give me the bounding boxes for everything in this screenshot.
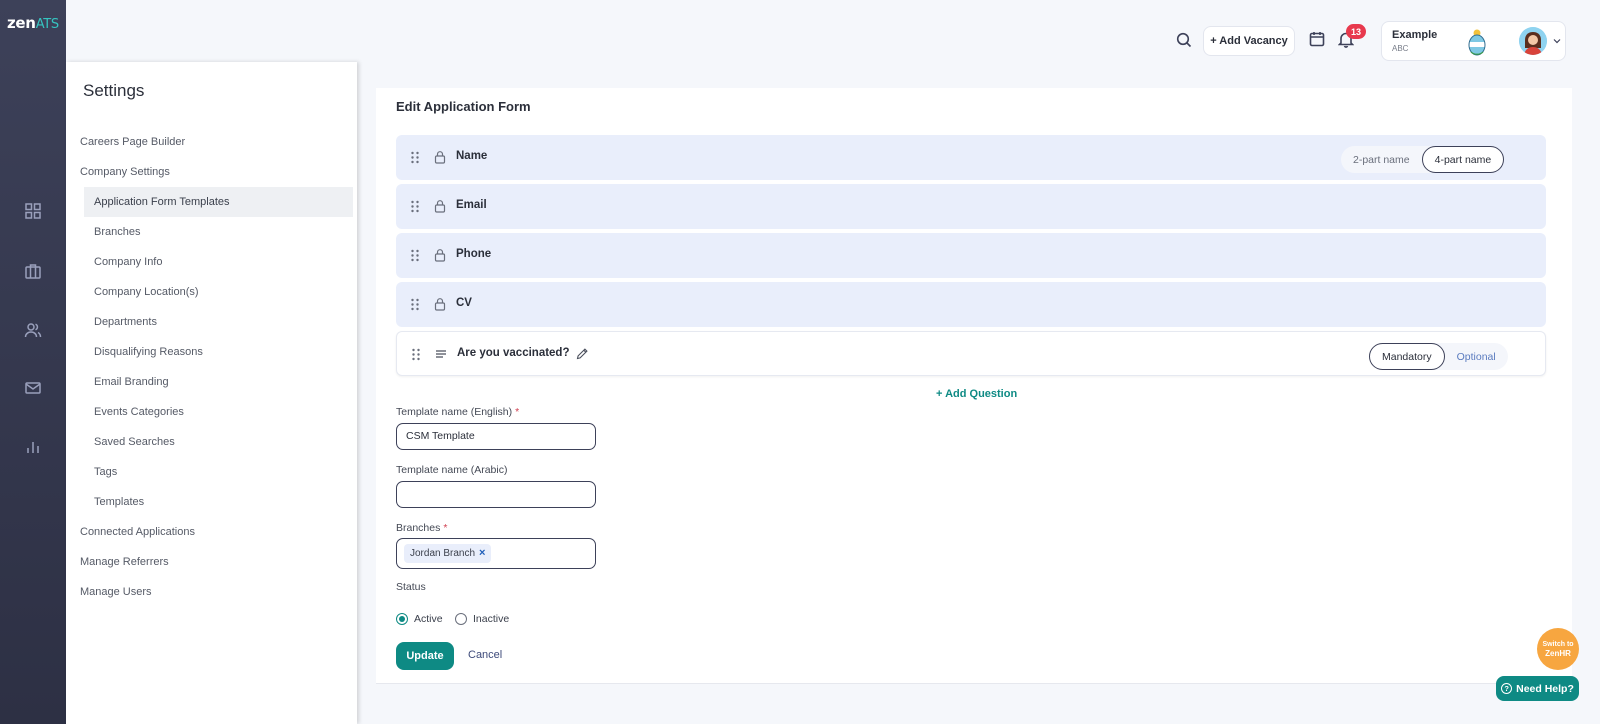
- field-label: CV: [456, 297, 472, 309]
- logo-main: zen: [7, 14, 36, 32]
- add-question-link[interactable]: + Add Question: [936, 388, 1017, 400]
- drag-handle-icon[interactable]: [411, 348, 421, 361]
- radio-unselected-icon: [455, 613, 467, 625]
- mandatory-option[interactable]: Mandatory: [1369, 343, 1445, 370]
- requirement-toggle: Mandatory Optional: [1369, 343, 1508, 370]
- template-ar-input[interactable]: [396, 481, 596, 508]
- branches-select[interactable]: Jordan Branch ×: [396, 538, 596, 569]
- logo-accent: ATS: [35, 17, 59, 32]
- nav-departments[interactable]: Departments: [84, 307, 353, 337]
- drag-handle-icon[interactable]: [410, 200, 420, 213]
- template-en-input[interactable]: CSM Template: [396, 423, 596, 450]
- field-label: Name: [456, 150, 488, 162]
- nav-company-info[interactable]: Company Info: [84, 247, 353, 277]
- drag-handle-icon[interactable]: [410, 249, 420, 262]
- radio-selected-icon: [396, 613, 408, 625]
- settings-panel: Settings Careers Page Builder Company Se…: [66, 62, 357, 724]
- page-title: Edit Application Form: [396, 99, 531, 114]
- status-active-label: Active: [414, 613, 443, 625]
- field-row-phone: Phone: [396, 233, 1546, 278]
- mail-icon[interactable]: [23, 378, 43, 398]
- drag-handle-icon[interactable]: [410, 298, 420, 311]
- need-help-label: Need Help?: [1516, 682, 1574, 695]
- help-circle-icon: ?: [1501, 683, 1513, 694]
- status-inactive-label: Inactive: [473, 613, 510, 625]
- company-subtitle: ABC: [1392, 44, 1409, 53]
- remove-chip-icon[interactable]: ×: [479, 541, 485, 566]
- lock-icon: [434, 200, 446, 213]
- nav-events-categories[interactable]: Events Categories: [84, 397, 353, 427]
- field-row-cv: CV: [396, 282, 1546, 327]
- settings-title: Settings: [83, 81, 145, 100]
- nav-careers-page-builder[interactable]: Careers Page Builder: [80, 127, 185, 157]
- nav-application-form-templates[interactable]: Application Form Templates: [84, 187, 353, 217]
- nav-email-branding[interactable]: Email Branding: [84, 367, 353, 397]
- field-row-question: Are you vaccinated? Mandatory Optional: [396, 331, 1546, 376]
- template-ar-label: Template name (Arabic): [396, 464, 508, 476]
- nav-templates[interactable]: Templates: [84, 487, 353, 517]
- users-icon[interactable]: [23, 320, 43, 340]
- search-icon[interactable]: [1175, 31, 1193, 49]
- switch-line2: ZenHR: [1545, 649, 1571, 658]
- nav-tags[interactable]: Tags: [84, 457, 353, 487]
- optional-option[interactable]: Optional: [1445, 343, 1508, 370]
- zenats-logo[interactable]: zenATS: [7, 14, 59, 32]
- company-crest-logo: [1468, 29, 1486, 56]
- switch-line1: Switch to: [1542, 641, 1574, 648]
- field-row-name: Name 2-part name 4-part name: [396, 135, 1546, 180]
- branch-chip: Jordan Branch ×: [404, 541, 492, 566]
- lock-icon: [434, 249, 446, 262]
- edit-form-card: Edit Application Form Name 2-part name 4…: [376, 88, 1572, 684]
- company-name: Example: [1392, 29, 1438, 41]
- briefcase-icon[interactable]: [23, 261, 43, 281]
- chevron-down-icon: [1553, 39, 1561, 44]
- nav-company-settings[interactable]: Company Settings: [80, 157, 170, 187]
- field-label: Email: [456, 199, 487, 211]
- status-active-radio[interactable]: Active: [396, 613, 443, 625]
- text-lines-icon: [436, 350, 446, 358]
- template-en-label-text: Template name (English): [396, 406, 513, 418]
- calendar-icon[interactable]: [1308, 30, 1326, 48]
- add-vacancy-button[interactable]: + Add Vacancy: [1203, 26, 1295, 56]
- field-row-email: Email: [396, 184, 1546, 229]
- notification-badge: 13: [1346, 24, 1366, 39]
- nav-manage-users[interactable]: Manage Users: [80, 577, 152, 607]
- branches-label-text: Branches: [396, 522, 441, 534]
- nav-disqualifying-reasons[interactable]: Disqualifying Reasons: [84, 337, 353, 367]
- pencil-icon[interactable]: [575, 347, 589, 361]
- lock-icon: [434, 151, 446, 164]
- analytics-icon[interactable]: [23, 437, 43, 457]
- name-format-toggle: 2-part name 4-part name: [1341, 146, 1505, 173]
- branches-label: Branches *: [396, 522, 447, 534]
- required-mark: *: [443, 522, 448, 534]
- update-button[interactable]: Update: [396, 642, 454, 670]
- required-mark: *: [515, 406, 520, 418]
- switch-to-zenhr-button[interactable]: Switch to ZenHR: [1537, 628, 1579, 670]
- four-part-name-option[interactable]: 4-part name: [1421, 146, 1505, 173]
- status-inactive-radio[interactable]: Inactive: [455, 613, 509, 625]
- user-avatar[interactable]: [1519, 27, 1547, 55]
- nav-company-locations[interactable]: Company Location(s): [84, 277, 353, 307]
- dashboard-icon[interactable]: [23, 201, 43, 221]
- cancel-button[interactable]: Cancel: [468, 649, 502, 661]
- left-rail: zenATS: [0, 0, 66, 724]
- nav-branches[interactable]: Branches: [84, 217, 353, 247]
- company-switcher[interactable]: Example ABC: [1381, 21, 1566, 61]
- template-en-label: Template name (English) *: [396, 406, 519, 418]
- drag-handle-icon[interactable]: [410, 151, 420, 164]
- nav-manage-referrers[interactable]: Manage Referrers: [80, 547, 169, 577]
- two-part-name-option[interactable]: 2-part name: [1341, 146, 1422, 173]
- field-label: Phone: [456, 248, 492, 260]
- branch-chip-label: Jordan Branch: [410, 548, 476, 559]
- need-help-button[interactable]: ? Need Help?: [1496, 676, 1579, 701]
- field-label: Are you vaccinated?: [457, 347, 570, 359]
- nav-connected-applications[interactable]: Connected Applications: [80, 517, 195, 547]
- nav-saved-searches[interactable]: Saved Searches: [84, 427, 353, 457]
- lock-icon: [434, 298, 446, 311]
- status-label: Status: [396, 581, 426, 593]
